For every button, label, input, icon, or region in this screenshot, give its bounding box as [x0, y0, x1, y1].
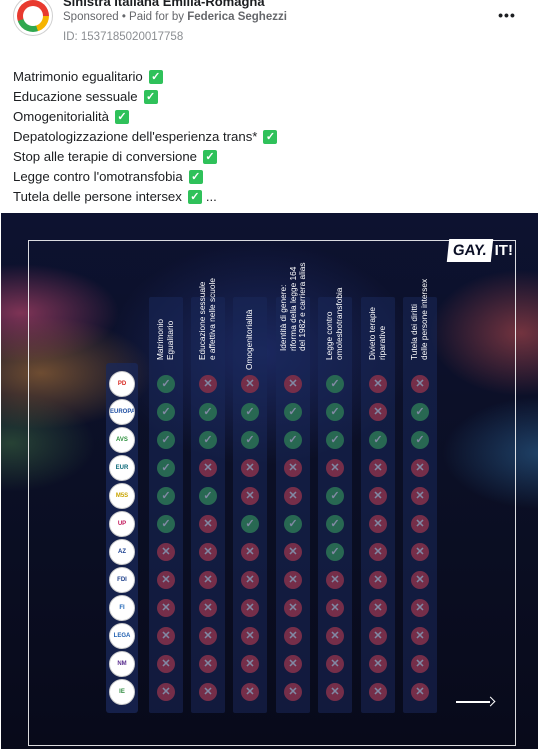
party-logo: UP [109, 511, 135, 537]
post-text-line: Educazione sessuale ✓ [13, 87, 277, 107]
post-text-line-label: Matrimonio egualitario [13, 69, 143, 84]
criterion-header: Divieto terapie riparative [361, 259, 395, 379]
payer-name: Federica Seghezzi [187, 11, 287, 23]
criterion-header: Omogenitorialità [233, 259, 267, 379]
check-mark-icon: ✓ [188, 170, 203, 184]
criterion-header: Legge contro omolesbotransfobia [318, 259, 352, 379]
ad-image[interactable]: GAY. IT! PD✓✕✕✕✓✕✕EUROPA✓✓✓✓✓✕✓AVS✓✓✓✓✓✓… [1, 213, 538, 749]
party-logo: AZ [109, 539, 135, 565]
post-text-line: Matrimonio egualitario ✓ [13, 67, 277, 87]
post-text: Matrimonio egualitario ✓ Educazione sessua… [13, 67, 278, 207]
logo-it-text: IT! [494, 241, 513, 259]
post-text-line: Legge contro l'omotransfobia ✓ [13, 167, 277, 187]
arrow-right-icon[interactable] [456, 697, 496, 707]
check-mark-icon: ✓ [115, 110, 130, 124]
criterion-label: Tutela dei diritti delle persone interse… [409, 278, 429, 360]
post-text-line: Tutela delle persone intersex ✓... [13, 187, 277, 207]
check-mark-icon: ✓ [263, 130, 278, 144]
logo-gay-text: GAY. [446, 238, 493, 262]
check-mark-icon: ✓ [203, 150, 218, 164]
post-text-line-label: Depatologizzazione dell'esperienza trans… [13, 129, 258, 144]
party-logo-abbr: IE [119, 689, 125, 695]
see-more-ellipsis[interactable]: ... [206, 187, 217, 207]
logo-center [23, 6, 43, 26]
party-logo: FI [109, 595, 135, 621]
criterion-label: Divieto terapie riparative [367, 306, 387, 360]
party-logo-abbr: EUROPA [110, 409, 135, 415]
post-text-line-label: Educazione sessuale [13, 89, 138, 104]
party-logo: LEGA [109, 623, 135, 649]
party-logo: AVS [109, 427, 135, 453]
party-logo: M5S [109, 483, 135, 509]
party-logo-abbr: FI [119, 605, 125, 611]
party-logo: PD [109, 371, 135, 397]
sponsored-label: Sponsored [63, 11, 119, 23]
party-logo: EUR [109, 455, 135, 481]
gayit-logo: GAY. IT! [446, 235, 513, 265]
party-logo-abbr: EUR [115, 465, 129, 471]
party-logo: FDI [109, 567, 135, 593]
post-text-line-label: Stop alle terapie di conversione [13, 149, 198, 164]
post-text-line-label: Omogenitorialità [13, 109, 110, 124]
check-mark-icon: ✓ [148, 70, 163, 84]
party-logo-abbr: M5S [115, 493, 129, 499]
criterion-label: Matrimonio Egualitario [155, 318, 175, 360]
criterion-header: Tutela dei diritti delle persone interse… [403, 259, 437, 379]
post-text-line: Omogenitorialità ✓ [13, 107, 277, 127]
ad-id: ID: 1537185020017758 [63, 31, 184, 43]
criterion-label: Omogenitorialità [244, 309, 255, 370]
criterion-header: Matrimonio Egualitario [149, 259, 183, 379]
party-logo-abbr: FDI [117, 577, 127, 583]
post-text-line-label: Legge contro l'omotransfobia [13, 169, 183, 184]
post-text-line-label: Tutela delle persone intersex [13, 189, 182, 204]
party-logo-abbr: AZ [118, 549, 126, 555]
check-mark-icon: ✓ [187, 190, 202, 204]
more-horizontal-icon[interactable]: ••• [496, 7, 518, 27]
criterion-header: Educazione sessuale e affettiva nelle sc… [191, 259, 225, 379]
check-mark-icon: ✓ [143, 90, 158, 104]
party-logo-abbr: NM [117, 661, 127, 667]
criterion-label: Identità di genere: riforma della legge … [277, 261, 307, 351]
criterion-label: Educazione sessuale e affettiva nelle sc… [197, 278, 217, 360]
page-avatar[interactable] [13, 0, 53, 36]
post-text-line: Depatologizzazione dell'esperienza trans… [13, 127, 278, 147]
party-logo: NM [109, 651, 135, 677]
paid-for-prefix: • Paid for by [118, 11, 188, 23]
party-logo-abbr: PD [117, 381, 127, 387]
image-frame [28, 240, 516, 746]
party-logo-abbr: AVS [116, 437, 128, 443]
criterion-label: Legge contro omolesbotransfobia [324, 287, 344, 360]
post-text-line: Stop alle terapie di conversione ✓ [13, 147, 277, 167]
party-logo-abbr: LEGA [113, 633, 131, 639]
party-logo-abbr: UP [117, 521, 127, 527]
page-name[interactable]: Sinistra Italiana Emilia-Romagna [63, 0, 265, 9]
party-logo: EUROPA [109, 399, 135, 425]
criterion-header: Identità di genere: riforma della legge … [276, 259, 310, 379]
party-logo: IE [109, 679, 135, 705]
sponsored-line: Sponsored • Paid for by Federica Seghezz… [63, 11, 287, 23]
